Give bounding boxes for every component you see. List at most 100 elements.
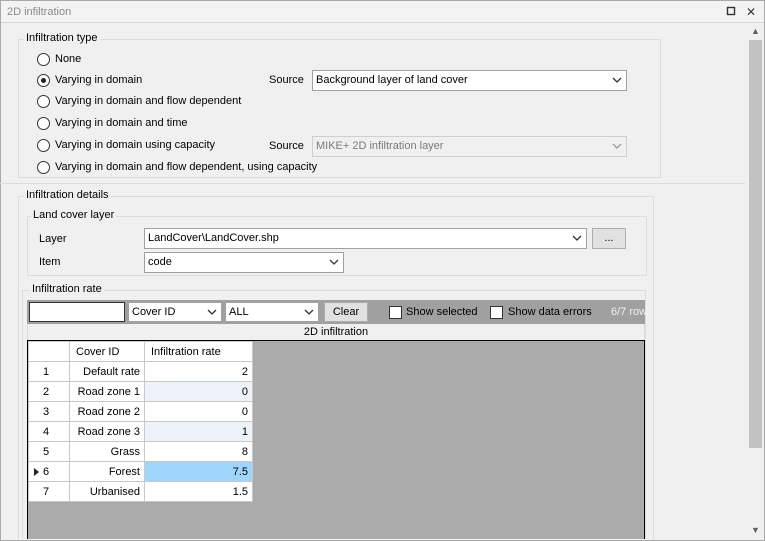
table-row[interactable]: 7 Urbanised 1.5: [28, 481, 253, 502]
show-data-errors-label: Show data errors: [508, 306, 592, 318]
table-row[interactable]: 2 Road zone 1 0: [28, 381, 253, 402]
source-label-disabled: Source: [269, 140, 304, 152]
dialog-content: Infiltration type None Varying in domain…: [0, 23, 745, 539]
chevron-down-icon: [304, 309, 314, 315]
row-number-text: 6: [43, 465, 50, 478]
radio-domain-and-time[interactable]: Varying in domain and time: [37, 115, 187, 131]
rate-cell[interactable]: 1: [144, 421, 253, 442]
rate-cell[interactable]: 1.5: [144, 481, 253, 502]
scroll-down-icon[interactable]: ▼: [747, 522, 764, 539]
scroll-thumb[interactable]: [749, 40, 762, 448]
title-bar: 2D infiltration ✕: [1, 1, 764, 23]
item-combo[interactable]: code: [144, 252, 344, 273]
infiltration-grid: Cover ID Infiltration rate 1 Default rat…: [27, 340, 645, 539]
radio-button[interactable]: [37, 138, 50, 152]
section-divider: [0, 183, 745, 184]
cover-id-cell[interactable]: Grass: [69, 441, 145, 462]
header-infiltration-rate[interactable]: Infiltration rate: [144, 341, 253, 362]
show-selected-label: Show selected: [406, 306, 478, 318]
search-input[interactable]: [29, 302, 125, 322]
cover-id-cell[interactable]: Road zone 2: [69, 401, 145, 422]
item-combo-value: code: [148, 256, 172, 268]
source-label: Source: [269, 74, 304, 86]
cover-id-cell[interactable]: Forest: [69, 461, 145, 482]
radio-flow-dependent[interactable]: Varying in domain and flow dependent: [37, 93, 241, 109]
chevron-down-icon: [329, 259, 339, 265]
header-row-number[interactable]: [28, 341, 70, 362]
item-label: Item: [39, 256, 61, 268]
current-row-icon: [34, 468, 39, 476]
browse-button[interactable]: ...: [592, 228, 626, 249]
rate-cell[interactable]: 0: [144, 401, 253, 422]
infiltration-table: Cover ID Infiltration rate 1 Default rat…: [28, 341, 253, 502]
source-combo-value: MIKE+ 2D infiltration layer: [316, 140, 444, 152]
radio-button[interactable]: [37, 160, 50, 174]
row-number[interactable]: 4: [28, 421, 70, 442]
vertical-scrollbar[interactable]: ▲ ▼: [747, 23, 764, 539]
restore-icon[interactable]: [723, 4, 739, 20]
radio-flow-dependent-capacity[interactable]: Varying in domain and flow dependent, us…: [37, 159, 317, 175]
table-row[interactable]: 4 Road zone 3 1: [28, 421, 253, 442]
cover-id-cell[interactable]: Default rate: [69, 361, 145, 382]
scroll-up-icon[interactable]: ▲: [747, 23, 764, 40]
rate-cell[interactable]: 0: [144, 381, 253, 402]
land-cover-title: Land cover layer: [31, 209, 117, 221]
cover-id-cell[interactable]: Road zone 3: [69, 421, 145, 442]
chevron-down-icon: [612, 77, 622, 83]
show-selected-checkbox[interactable]: [389, 306, 402, 319]
table-row[interactable]: 3 Road zone 2 0: [28, 401, 253, 422]
radio-label: Varying in domain using capacity: [55, 139, 215, 151]
radio-button[interactable]: [37, 52, 50, 66]
row-number[interactable]: 1: [28, 361, 70, 382]
filter-value-combo[interactable]: ALL: [225, 302, 319, 322]
radio-label: Varying in domain and flow dependent, us…: [55, 161, 318, 173]
chevron-down-icon: [572, 235, 582, 241]
radio-varying-in-domain[interactable]: Varying in domain: [37, 72, 142, 88]
cover-id-cell[interactable]: Urbanised: [69, 481, 145, 502]
source-combo[interactable]: Background layer of land cover: [312, 70, 627, 91]
grid-caption: 2D infiltration: [27, 324, 645, 340]
radio-button[interactable]: [37, 116, 50, 130]
row-count: 6/7 row: [611, 306, 648, 318]
table-row[interactable]: 1 Default rate 2: [28, 361, 253, 382]
close-icon[interactable]: ✕: [743, 4, 759, 20]
filter-toolbar: Cover ID ALL Clear Show selected Show da…: [27, 300, 648, 324]
source-combo-value: Background layer of land cover: [316, 74, 468, 86]
table-row-selected[interactable]: 6 Forest 7.5: [28, 461, 253, 482]
row-number[interactable]: 5: [28, 441, 70, 462]
layer-label: Layer: [39, 233, 67, 245]
infiltration-rate-title: Infiltration rate: [30, 283, 104, 295]
filter-value-value: ALL: [229, 306, 249, 318]
chevron-down-icon: [207, 309, 217, 315]
clear-button[interactable]: Clear: [324, 302, 368, 322]
filter-column-combo[interactable]: Cover ID: [128, 302, 222, 322]
rate-cell-selected[interactable]: 7.5: [144, 461, 253, 482]
radio-none[interactable]: None: [37, 51, 81, 67]
table-row[interactable]: 5 Grass 8: [28, 441, 253, 462]
radio-button[interactable]: [37, 94, 50, 108]
header-cover-id[interactable]: Cover ID: [69, 341, 145, 362]
radio-label: Varying in domain and flow dependent: [55, 95, 242, 107]
rate-cell[interactable]: 2: [144, 361, 253, 382]
row-number[interactable]: 2: [28, 381, 70, 402]
filter-column-value: Cover ID: [132, 306, 176, 318]
radio-button[interactable]: [37, 73, 50, 87]
show-data-errors-checkbox[interactable]: [490, 306, 503, 319]
rate-cell[interactable]: 8: [144, 441, 253, 462]
radio-label: Varying in domain: [55, 74, 143, 86]
radio-label: None: [55, 53, 82, 65]
radio-using-capacity[interactable]: Varying in domain using capacity: [37, 137, 215, 153]
row-number-current[interactable]: 6: [28, 461, 70, 482]
layer-combo[interactable]: LandCover\LandCover.shp: [144, 228, 587, 249]
table-header-row: Cover ID Infiltration rate: [28, 341, 253, 362]
infiltration-details-title: Infiltration details: [24, 189, 111, 201]
layer-combo-value: LandCover\LandCover.shp: [148, 232, 279, 244]
window-title: 2D infiltration: [7, 6, 72, 18]
infiltration-type-title: Infiltration type: [24, 32, 100, 44]
chevron-down-icon: [612, 143, 622, 149]
row-number[interactable]: 7: [28, 481, 70, 502]
cover-id-cell[interactable]: Road zone 1: [69, 381, 145, 402]
row-number[interactable]: 3: [28, 401, 70, 422]
source-combo-disabled: MIKE+ 2D infiltration layer: [312, 136, 627, 157]
radio-label: Varying in domain and time: [55, 117, 188, 129]
